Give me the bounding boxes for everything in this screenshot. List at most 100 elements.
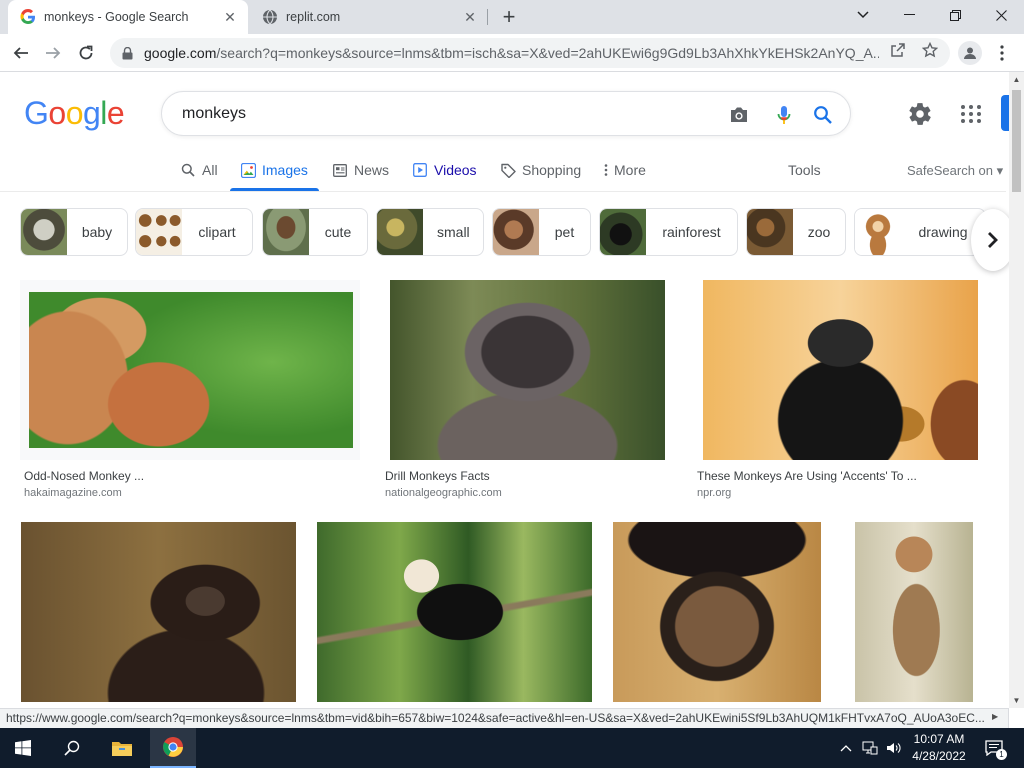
safesearch-label: SafeSearch on xyxy=(907,163,994,178)
address-bar[interactable]: google.com/search?q=monkeys&source=lnms&… xyxy=(110,38,950,68)
close-tab-icon[interactable]: ✕ xyxy=(220,7,240,27)
tab-more[interactable]: More xyxy=(603,160,646,180)
tab-label: News xyxy=(354,162,390,178)
result-title[interactable]: Odd-Nosed Monkey ... xyxy=(24,469,144,483)
tab-videos[interactable]: Videos xyxy=(412,160,477,180)
share-icon[interactable] xyxy=(889,41,907,59)
search-icon[interactable] xyxy=(812,104,834,126)
link-status-bubble: https://www.google.com/search?q=monkeys&… xyxy=(0,708,1009,728)
globe-icon xyxy=(262,9,278,25)
scroll-down-arrow-icon[interactable]: ▼ xyxy=(1009,693,1024,708)
search-query-text[interactable]: monkeys xyxy=(182,105,246,123)
brown-capuchin-photo xyxy=(613,522,821,702)
result-source[interactable]: hakaimagazine.com xyxy=(24,487,122,499)
windows-taskbar: 10:07 AM 4/28/2022 1 xyxy=(0,728,1024,768)
tray-chevron-up-icon[interactable] xyxy=(838,740,854,756)
chrome-taskbar-icon[interactable] xyxy=(150,728,196,768)
result-image[interactable] xyxy=(21,522,296,702)
search-icon xyxy=(180,162,196,178)
result-image[interactable] xyxy=(317,522,592,702)
capuchin-photo xyxy=(317,522,592,702)
scroll-right-arrow-icon[interactable]: ▶ xyxy=(992,712,998,721)
tab-all[interactable]: All xyxy=(180,160,218,180)
volume-icon[interactable] xyxy=(886,740,902,756)
scroll-up-arrow-icon[interactable]: ▲ xyxy=(1009,72,1024,87)
drill-photo xyxy=(390,280,665,460)
settings-gear-icon[interactable] xyxy=(907,101,933,127)
account-avatar[interactable] xyxy=(1001,95,1009,131)
url-path: /search?q=monkeys&source=lnms&tbm=isch&s… xyxy=(216,45,879,61)
result-image[interactable] xyxy=(855,522,973,702)
tools-button[interactable]: Tools xyxy=(788,162,821,178)
chip-thumbnail xyxy=(747,209,793,255)
forward-button[interactable] xyxy=(38,38,68,68)
chip-label: clipart xyxy=(198,224,236,240)
chip-small[interactable]: small xyxy=(376,208,484,256)
tab-search-chevron-icon[interactable] xyxy=(840,0,886,30)
result-source[interactable]: nationalgeographic.com xyxy=(385,487,502,499)
minimize-button[interactable] xyxy=(886,0,932,30)
result-title[interactable]: Drill Monkeys Facts xyxy=(385,469,490,483)
tab-label: Videos xyxy=(434,162,477,178)
google-favicon-icon xyxy=(20,9,36,25)
restore-button[interactable] xyxy=(932,0,978,30)
tab-label: All xyxy=(202,162,218,178)
spider-monkey-photo xyxy=(21,522,296,702)
chip-thumbnail xyxy=(493,209,539,255)
tab-shopping[interactable]: Shopping xyxy=(500,160,581,180)
chip-baby[interactable]: baby xyxy=(20,208,128,256)
close-tab-icon[interactable]: ✕ xyxy=(460,7,480,27)
profile-avatar[interactable] xyxy=(958,41,982,65)
result-title[interactable]: These Monkeys Are Using 'Accents' To ... xyxy=(697,469,917,483)
chrome-menu-icon[interactable] xyxy=(994,41,1010,65)
clock-date: 4/28/2022 xyxy=(912,749,966,763)
safesearch-toggle[interactable]: SafeSearch on ▾ xyxy=(907,163,1003,179)
chip-rainforest[interactable]: rainforest xyxy=(599,208,738,256)
chip-label: cute xyxy=(324,224,352,240)
result-image[interactable] xyxy=(390,280,665,460)
tab-images[interactable]: Images xyxy=(240,160,308,180)
google-apps-icon[interactable] xyxy=(958,101,984,127)
taskbar-search-icon[interactable] xyxy=(50,728,94,768)
result-image[interactable] xyxy=(703,280,978,460)
logo-letter: o xyxy=(48,95,66,131)
result-source[interactable]: npr.org xyxy=(697,487,731,499)
result-image[interactable] xyxy=(29,292,353,448)
tag-icon xyxy=(500,162,516,178)
windows-start-icon[interactable] xyxy=(0,728,46,768)
chip-thumbnail xyxy=(377,209,423,255)
newspaper-icon xyxy=(332,162,348,178)
microphone-icon[interactable] xyxy=(773,104,795,126)
lock-icon[interactable] xyxy=(120,46,134,60)
browser-tab-replit[interactable]: replit.com ✕ xyxy=(250,0,488,34)
bookmark-star-icon[interactable] xyxy=(921,41,939,59)
google-logo[interactable]: Google xyxy=(24,95,125,132)
network-icon[interactable] xyxy=(862,740,878,756)
tab-title: monkeys - Google Search xyxy=(44,10,189,24)
chip-pet[interactable]: pet xyxy=(492,208,591,256)
close-window-button[interactable] xyxy=(978,0,1024,30)
search-input[interactable]: monkeys xyxy=(161,91,851,136)
scrollbar-thumb[interactable] xyxy=(1012,90,1021,192)
reload-button[interactable] xyxy=(71,38,101,68)
logo-letter: o xyxy=(65,95,84,131)
file-explorer-icon[interactable] xyxy=(100,728,144,768)
video-icon xyxy=(412,162,428,178)
macaque-photo xyxy=(855,522,973,702)
camera-icon[interactable] xyxy=(728,104,750,126)
chip-thumbnail xyxy=(855,209,901,255)
vertical-scrollbar[interactable]: ▲ ▼ xyxy=(1009,72,1024,708)
new-tab-button[interactable]: + xyxy=(496,4,522,29)
chip-drawing[interactable]: drawing xyxy=(854,208,986,256)
chip-clipart[interactable]: clipart xyxy=(135,208,253,256)
chip-zoo[interactable]: zoo xyxy=(746,208,846,256)
back-button[interactable] xyxy=(6,38,36,68)
browser-tab-google[interactable]: monkeys - Google Search ✕ xyxy=(8,0,248,34)
tab-news[interactable]: News xyxy=(332,160,389,180)
result-image[interactable] xyxy=(613,522,821,702)
active-tab-indicator xyxy=(230,188,319,191)
tab-title: replit.com xyxy=(286,10,341,24)
chip-cute[interactable]: cute xyxy=(262,208,368,256)
taskbar-clock[interactable]: 10:07 AM 4/28/2022 xyxy=(908,731,970,765)
chip-thumbnail xyxy=(600,209,646,255)
